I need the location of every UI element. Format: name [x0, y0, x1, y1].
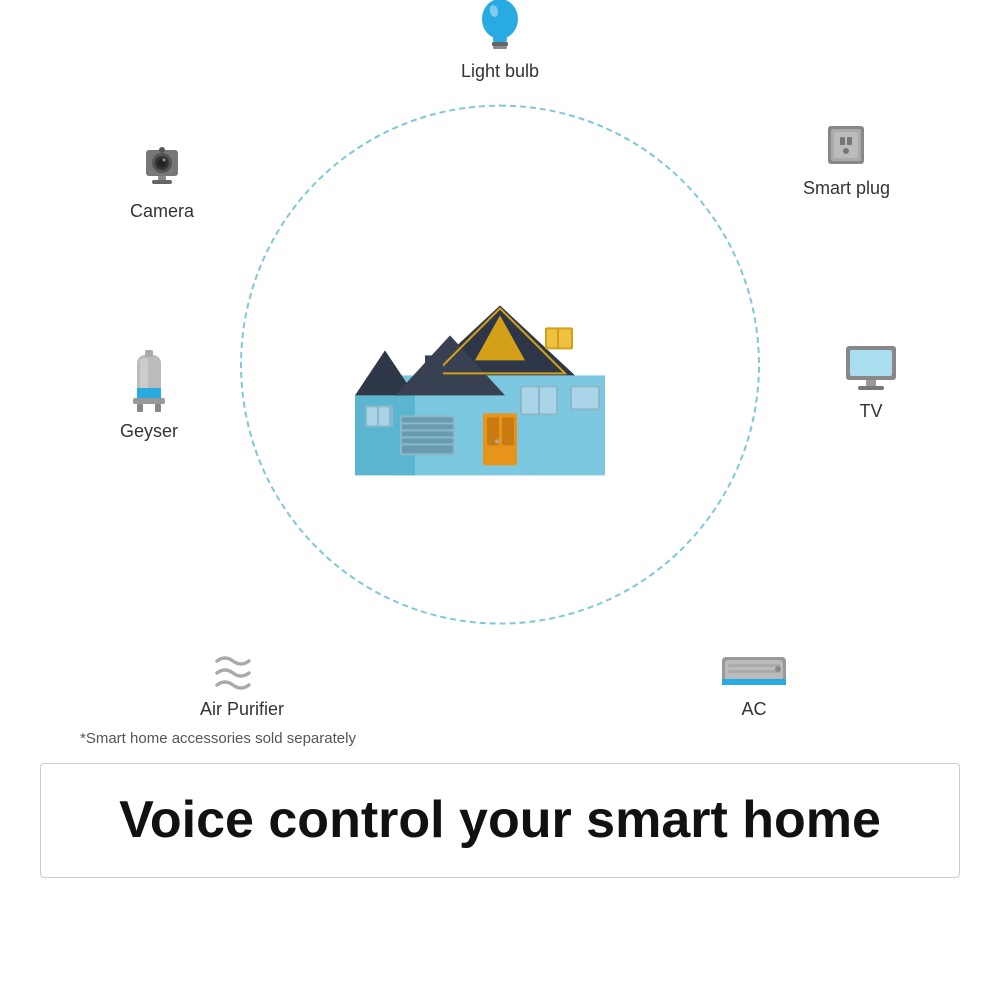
device-airpurifier: Air Purifier [200, 651, 284, 720]
camera-label: Camera [130, 201, 194, 222]
smartplug-icon [820, 120, 872, 172]
device-smartplug: Smart plug [803, 120, 890, 199]
smartplug-label: Smart plug [803, 178, 890, 199]
geyser-label: Geyser [120, 421, 178, 442]
airpurifier-label: Air Purifier [200, 699, 284, 720]
diagram-area: Light bulb [140, 10, 860, 740]
lightbulb-label: Light bulb [461, 61, 539, 82]
device-lightbulb: Light bulb [461, 0, 539, 82]
voice-banner: Voice control your smart home [40, 763, 960, 878]
ac-label: AC [741, 699, 766, 720]
airpurifier-icon [207, 651, 277, 693]
lightbulb-icon [474, 0, 526, 55]
device-camera: Camera [130, 140, 194, 222]
device-tv: TV [842, 340, 900, 422]
device-ac: AC [718, 651, 790, 720]
device-geyser: Geyser [120, 350, 178, 442]
geyser-icon [123, 350, 175, 415]
main-container: Light bulb [0, 0, 1000, 1000]
ac-icon [718, 651, 790, 693]
voice-banner-text: Voice control your smart home [119, 791, 881, 849]
tv-label: TV [859, 401, 882, 422]
house-illustration [345, 255, 655, 485]
tv-icon [842, 340, 900, 395]
camera-icon [136, 140, 188, 195]
